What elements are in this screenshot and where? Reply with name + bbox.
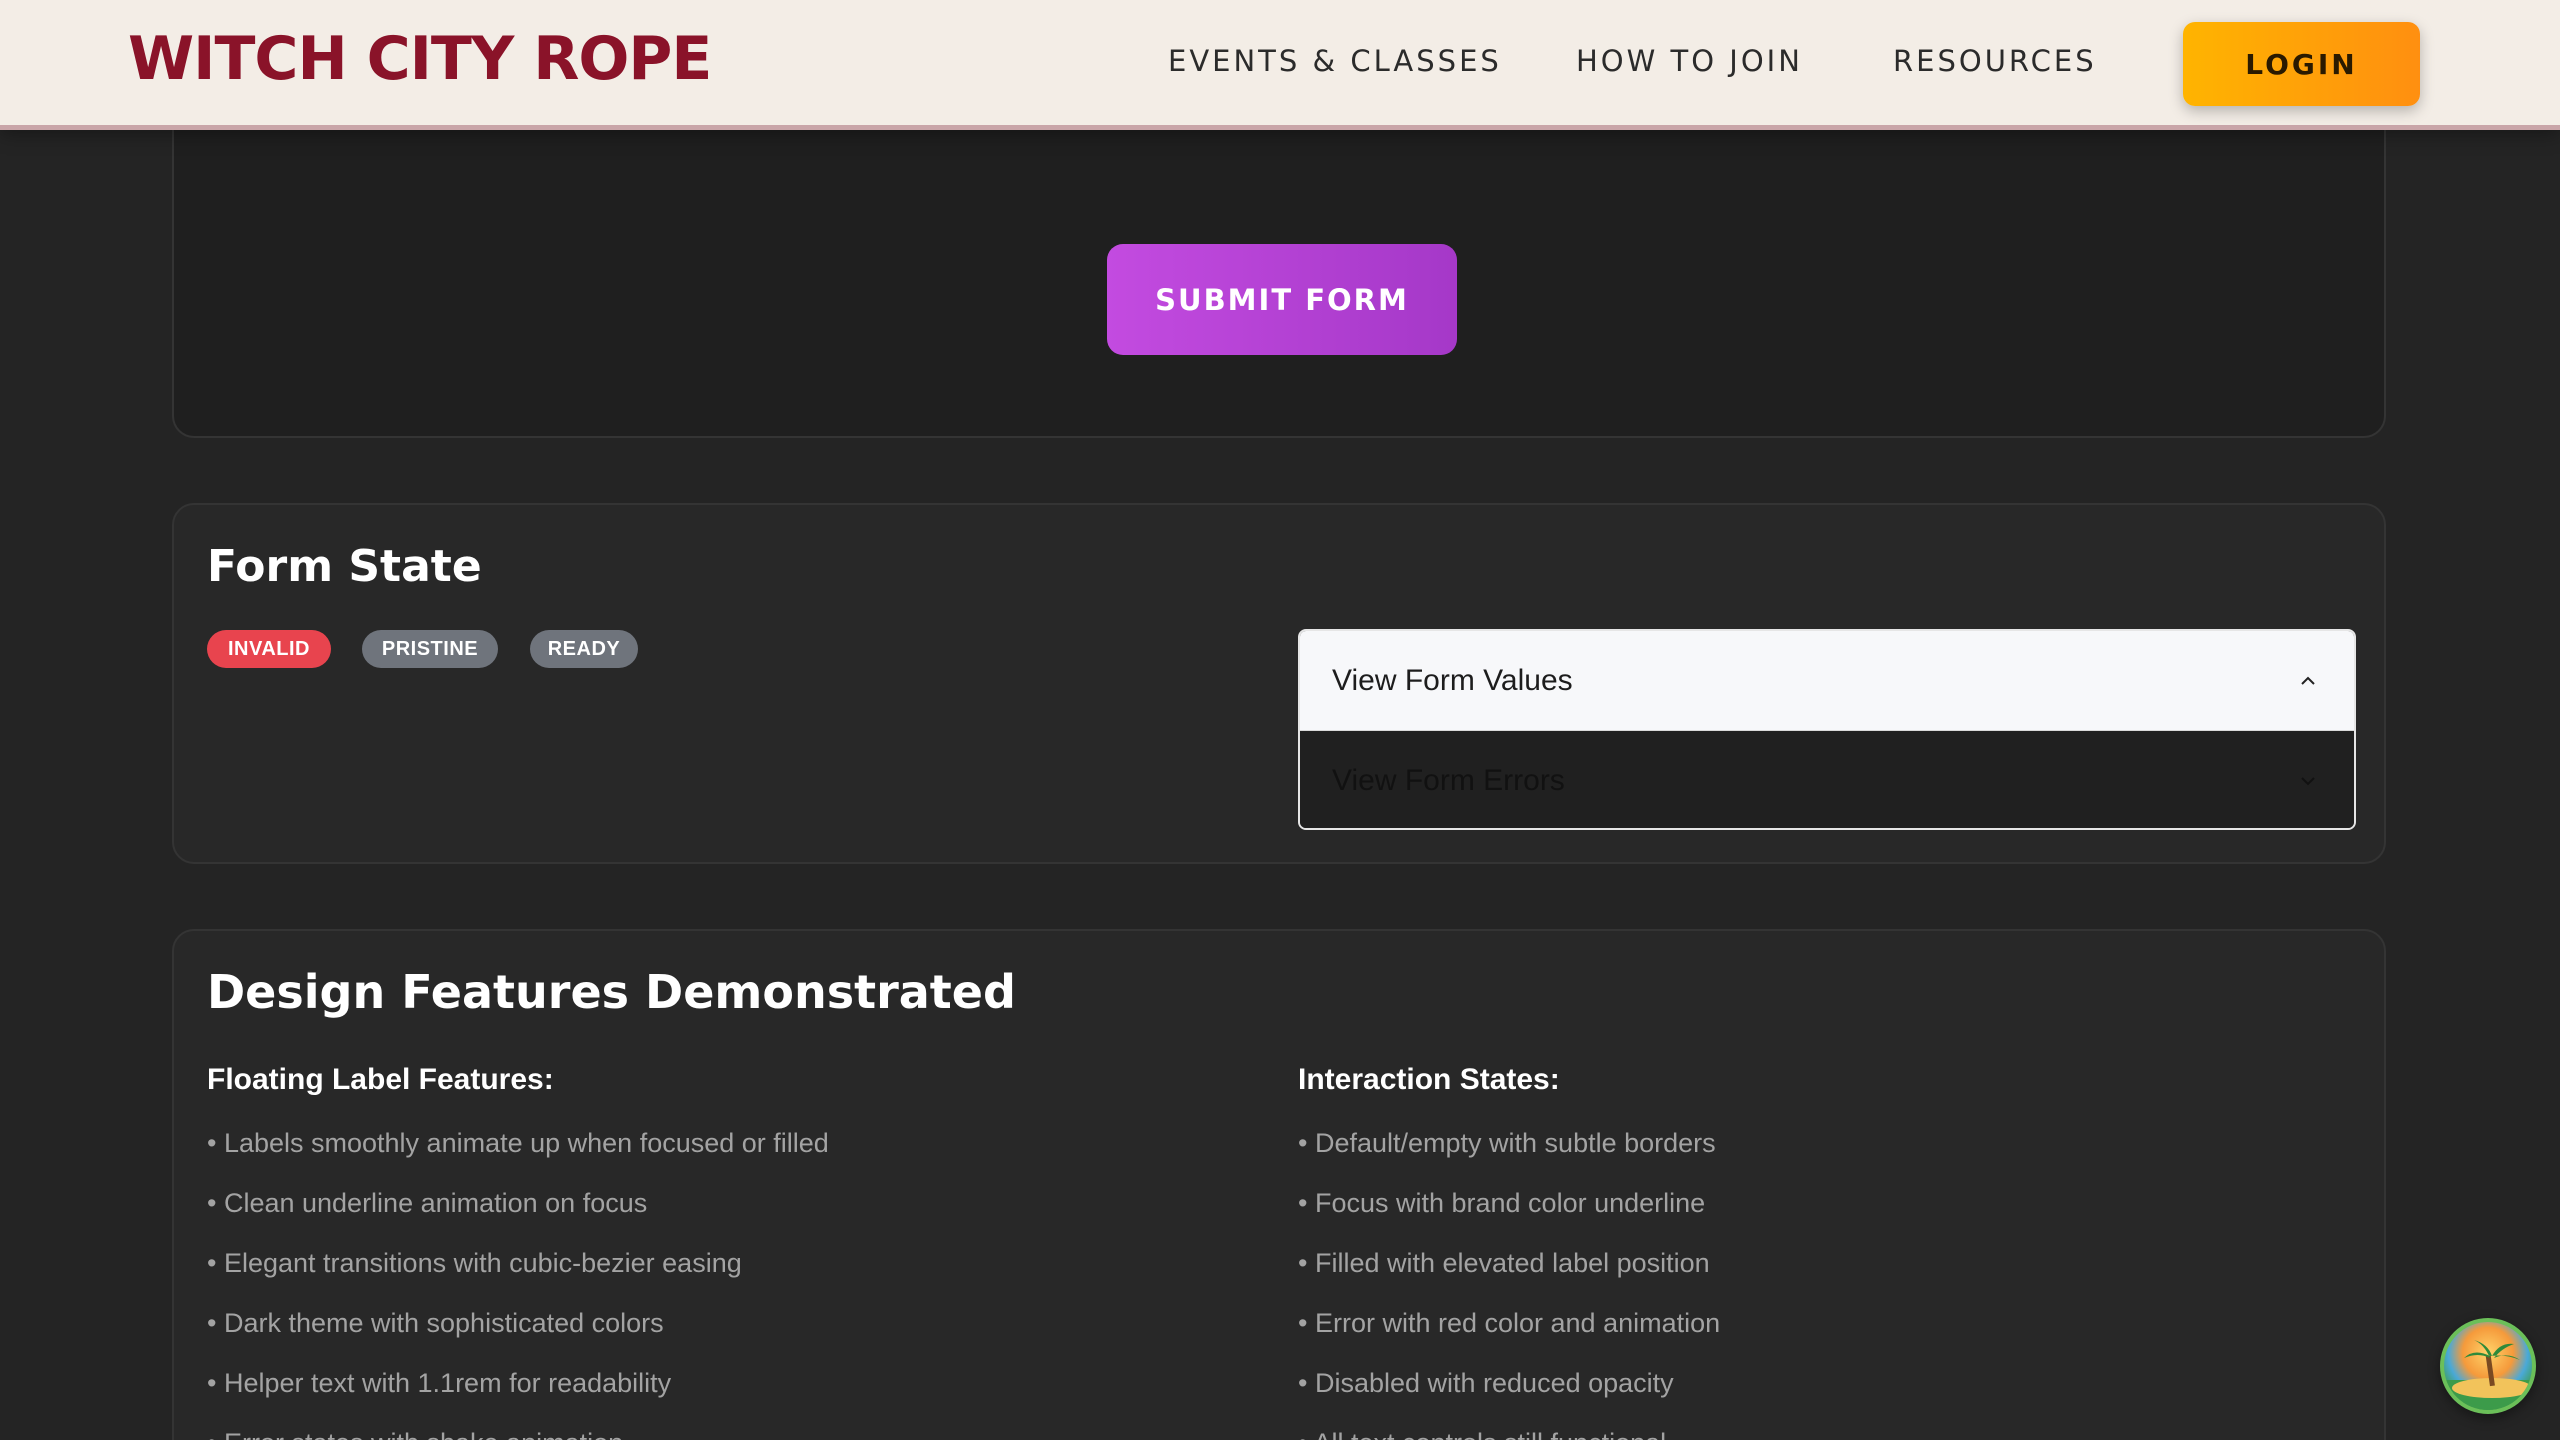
nav-how-to-join[interactable]: HOW TO JOIN [1576, 44, 1803, 78]
list-item: • Dark theme with sophisticated colors [207, 1308, 664, 1338]
site-logo[interactable]: WITCH CITY ROPE [128, 24, 712, 94]
list-item: • Disabled with reduced opacity [1298, 1368, 1674, 1398]
chevron-down-icon [2300, 773, 2316, 789]
list-item: • Focus with brand color underline [1298, 1188, 1706, 1218]
form-state-title: Form State [207, 541, 482, 592]
accordion-values-label: View Form Values [1332, 663, 1573, 697]
site-header: WITCH CITY ROPE EVENTS & CLASSES HOW TO … [0, 0, 2560, 130]
submit-form-button[interactable]: SUBMIT FORM [1107, 244, 1457, 355]
login-button[interactable]: LOGIN [2183, 22, 2420, 106]
status-badge-ready: READY [530, 630, 638, 668]
form-card: SUBMIT FORM [172, 80, 2386, 438]
list-item: • All text controls still functional [1298, 1426, 1720, 1440]
palm-tree-icon [2444, 1340, 2532, 1410]
list-item: • Filled with elevated label position [1298, 1248, 1710, 1278]
form-state-card: Form State INVALID PRISTINE READY View F… [172, 503, 2386, 864]
accordion-view-form-errors[interactable]: View Form Errors [1300, 731, 2354, 828]
floating-label-list: • Labels smoothly animate up when focuse… [207, 1126, 829, 1440]
status-badge-invalid: INVALID [207, 630, 331, 668]
nav-events-classes[interactable]: EVENTS & CLASSES [1168, 44, 1502, 78]
interaction-states-list: • Default/empty with subtle borders • Fo… [1298, 1126, 1720, 1440]
chevron-up-icon [2300, 673, 2316, 689]
list-item: • Error states with shake animation [207, 1426, 829, 1440]
form-debug-accordion: View Form Values View Form Errors [1298, 629, 2356, 830]
design-features-card: Design Features Demonstrated Floating La… [172, 929, 2386, 1440]
list-item: • Error with red color and animation [1298, 1308, 1721, 1338]
accordion-errors-label: View Form Errors [1332, 764, 1565, 797]
list-item: • Default/empty with subtle borders [1298, 1128, 1716, 1158]
list-item: • Helper text with 1.1rem for readabilit… [207, 1368, 672, 1398]
list-item: • Elegant transitions with cubic-bezier … [207, 1248, 742, 1278]
nav-resources[interactable]: RESOURCES [1893, 44, 2097, 78]
list-item: • Labels smoothly animate up when focuse… [207, 1128, 829, 1158]
interaction-states-heading: Interaction States: [1298, 1063, 1560, 1096]
floating-label-heading: Floating Label Features: [207, 1063, 554, 1096]
list-item: • Clean underline animation on focus [207, 1188, 648, 1218]
status-badge-pristine: PRISTINE [362, 630, 498, 668]
accordion-view-form-values[interactable]: View Form Values [1300, 631, 2354, 731]
design-features-title: Design Features Demonstrated [207, 965, 1016, 1019]
avatar[interactable] [2440, 1318, 2536, 1414]
